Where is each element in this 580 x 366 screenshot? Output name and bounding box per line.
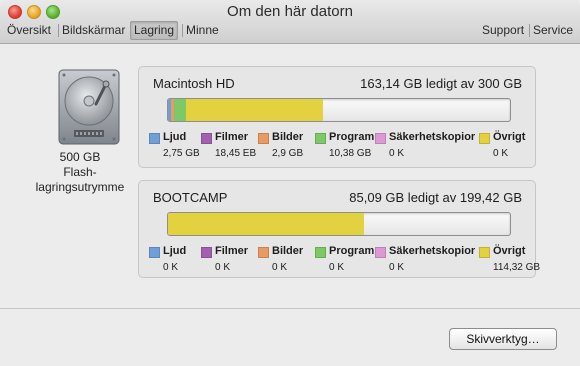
footer-divider [0,308,580,309]
legend-swatch [315,133,326,144]
tab-service[interactable]: Service [528,22,573,39]
legend-label: Ljud [163,245,187,257]
legend-swatch [375,133,386,144]
disk-capacity: 500 GB [59,150,101,164]
legend-amount: 2,9 GB [272,148,304,159]
usage-segment-övrigt [186,99,324,121]
legend-amount: 0 K [389,148,405,159]
legend-amount: 0 K [389,262,405,273]
legend-amount: 0 K [329,262,345,273]
legend-label: Övrigt [493,245,526,257]
tab-minne[interactable]: Minne [182,22,219,39]
window-title: Om den här datorn [227,3,353,20]
legend-label: Bilder [272,245,304,257]
tab-bildskarmar[interactable]: Bildskärmar [57,22,125,39]
legend-label: Filmer [215,245,249,257]
about-this-mac-window: Om den här datorn Översikt Bildskärmar L… [0,0,580,366]
legend-amount: 0 K [163,262,179,273]
legend-label: Övrigt [493,131,526,143]
volume-panel-macintosh-hd: Macintosh HD 163,14 GB ledigt av 300 GB … [138,66,536,168]
disk-caption: 500 GB Flash- lagringsutrymme [0,150,160,195]
volume-free-space: 85,09 GB ledigt av 199,42 GB [349,190,522,205]
volume-free-space: 163,14 GB ledigt av 300 GB [360,76,522,91]
legend-swatch [258,247,269,258]
storage-legend: Ljud 0 K Filmer 0 K Bilder 0 K Program 0… [149,245,540,277]
storage-usage-bar [167,212,511,236]
legend-amount: 0 K [215,262,231,273]
usage-segment-övrigt [168,213,364,235]
disk-type-line1: Flash- [63,165,97,179]
tab-support[interactable]: Support [482,22,524,39]
storage-usage-bar [167,98,511,122]
legend-swatch [201,133,212,144]
usage-segment-program [174,99,187,121]
legend-label: Säkerhetskopior [389,245,476,257]
disk-type-line2: lagringsutrymme [35,180,125,194]
legend-swatch [479,133,490,144]
volume-name: Macintosh HD [153,76,235,91]
legend-label: Filmer [215,131,249,143]
legend-swatch [258,133,269,144]
legend-amount: 2,75 GB [163,148,200,159]
legend-swatch [479,247,490,258]
legend-label: Program [329,245,375,257]
toolbar: Om den här datorn Översikt Bildskärmar L… [0,0,580,44]
legend-label: Ljud [163,131,187,143]
legend-swatch [149,247,160,258]
tab-lagring[interactable]: Lagring [130,21,179,40]
legend-amount: 0 K [493,148,509,159]
legend-swatch [375,247,386,258]
legend-amount: 0 K [272,262,288,273]
volume-name: BOOTCAMP [153,190,228,205]
legend-amount: 18,45 EB [215,148,257,159]
legend-label: Program [329,131,375,143]
legend-label: Bilder [272,131,304,143]
legend-label: Säkerhetskopior [389,131,476,143]
volume-panel-bootcamp: BOOTCAMP 85,09 GB ledigt av 199,42 GB Lj… [138,180,540,278]
legend-swatch [201,247,212,258]
tab-oversikt[interactable]: Översikt [7,22,51,39]
storage-legend: Ljud 2,75 GB Filmer 18,45 EB Bilder 2,9 … [149,131,531,163]
disk-utility-button[interactable]: Skivverktyg… [449,328,557,350]
legend-amount: 114,32 GB [493,262,541,273]
legend-swatch [315,247,326,258]
legend-amount: 10,38 GB [329,148,372,159]
legend-swatch [149,133,160,144]
hard-drive-icon [58,69,120,145]
